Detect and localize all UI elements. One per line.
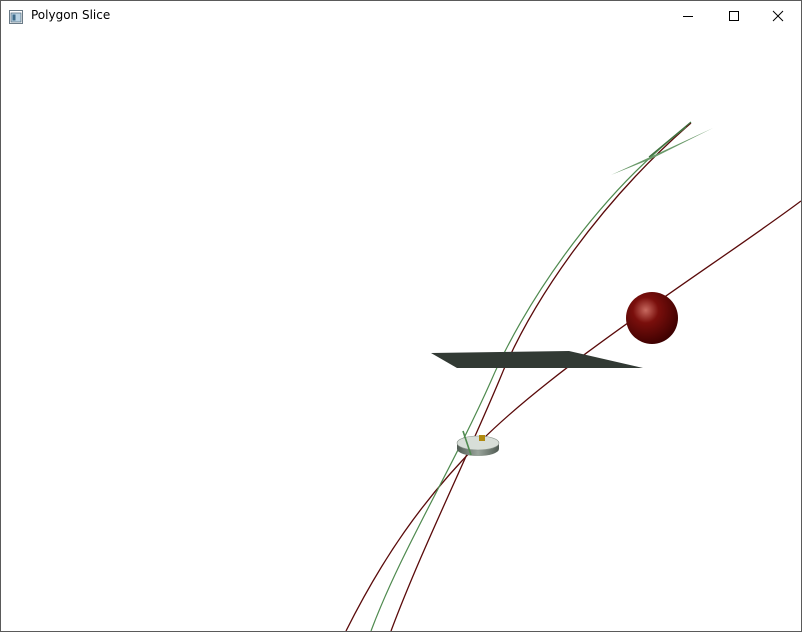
maximize-icon bbox=[728, 7, 740, 26]
red-curve-long bbox=[345, 200, 801, 631]
minimize-button[interactable] bbox=[665, 1, 711, 31]
title-bar[interactable]: Polygon Slice bbox=[1, 1, 801, 31]
dark-plane bbox=[431, 351, 643, 368]
cylinder-disc bbox=[456, 430, 500, 456]
red-sphere bbox=[626, 292, 678, 344]
minimize-icon bbox=[682, 7, 694, 26]
red-curve-steep bbox=[390, 122, 692, 631]
window-title: Polygon Slice bbox=[31, 8, 111, 22]
maximize-button[interactable] bbox=[711, 1, 757, 31]
green-leaf-top bbox=[611, 121, 713, 175]
green-curve bbox=[370, 126, 687, 631]
close-button[interactable] bbox=[755, 1, 801, 31]
render-viewport[interactable] bbox=[1, 31, 801, 631]
close-icon bbox=[772, 7, 784, 26]
app-window-icon bbox=[9, 9, 23, 24]
scene-canvas bbox=[345, 121, 801, 631]
app-window: Polygon Slice bbox=[0, 0, 802, 632]
